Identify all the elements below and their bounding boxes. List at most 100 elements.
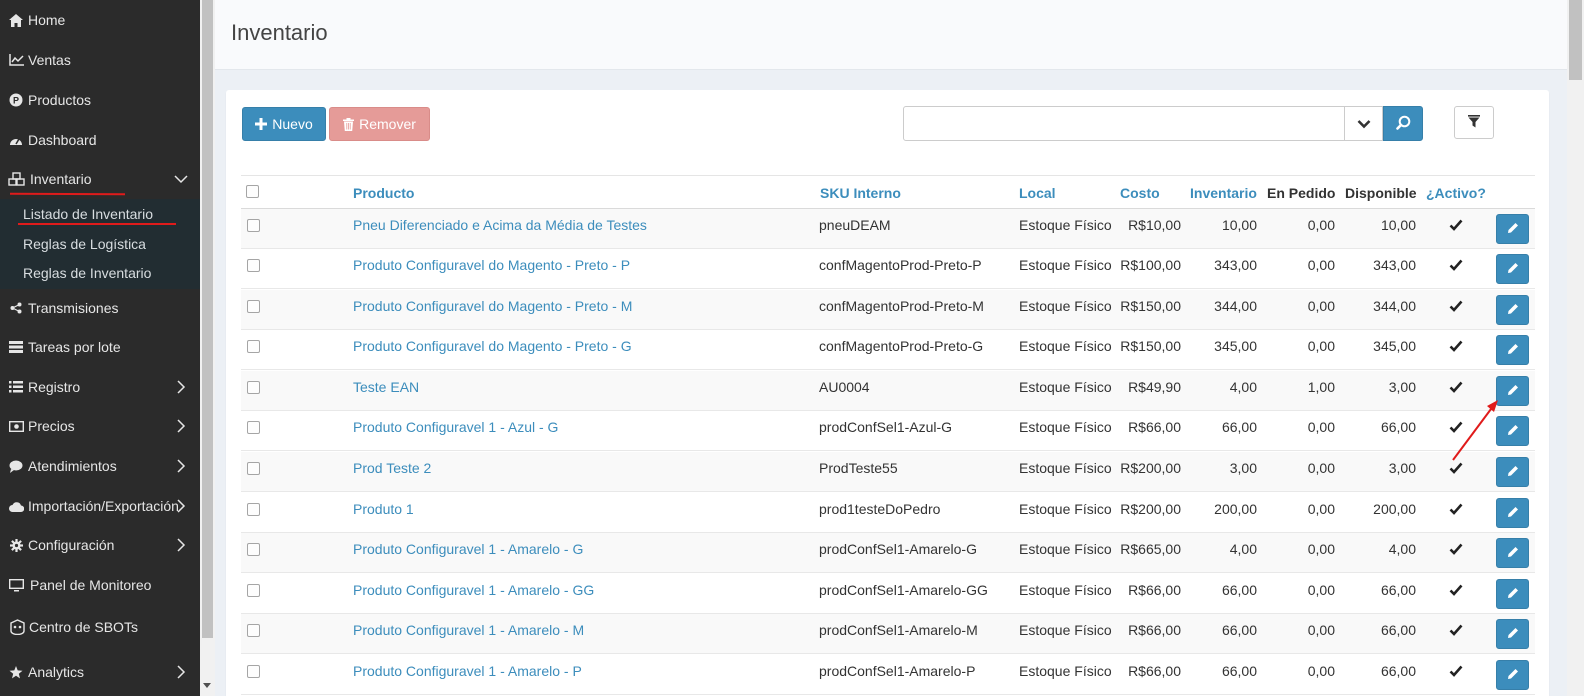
sku-cell: prod1testeDoPedro	[819, 501, 941, 517]
remove-button[interactable]: Remover	[329, 107, 430, 141]
sidebar-item-home[interactable]: Home	[0, 2, 200, 38]
product-link[interactable]: Produto Configuravel 1 - Azul - G	[353, 419, 558, 435]
active-check-icon	[1449, 664, 1463, 678]
row-checkbox[interactable]	[247, 665, 260, 678]
column-header-local[interactable]: Local	[1019, 185, 1056, 201]
edit-button[interactable]	[1496, 416, 1529, 446]
costo-cell: R$150,00	[1120, 298, 1181, 314]
table-row: Produto Configuravel 1 - Amarelo - GG pro…	[241, 574, 1535, 614]
column-header-producto[interactable]: Producto	[353, 185, 414, 201]
active-check-icon	[1449, 502, 1463, 516]
pencil-icon	[1507, 261, 1519, 277]
sidebar-item-ventas[interactable]: Ventas	[0, 42, 200, 78]
filter-button[interactable]	[1454, 106, 1494, 139]
local-cell: Estoque Físico	[1019, 541, 1112, 557]
product-link[interactable]: Produto 1	[353, 501, 414, 517]
product-link[interactable]: Produto Configuravel 1 - Amarelo - M	[353, 622, 584, 638]
sidebar-item-productos[interactable]: P Productos	[0, 82, 200, 118]
edit-button[interactable]	[1496, 579, 1529, 609]
row-checkbox[interactable]	[247, 259, 260, 272]
edit-button[interactable]	[1496, 457, 1529, 487]
sidebar-scrollbar-thumb[interactable]	[202, 0, 213, 638]
edit-button[interactable]	[1496, 538, 1529, 568]
disponible-cell: 343,00	[1373, 257, 1416, 273]
pedido-cell: 0,00	[1307, 257, 1335, 273]
active-check-icon	[1449, 218, 1463, 232]
filter-icon	[1468, 114, 1480, 131]
edit-button[interactable]	[1496, 498, 1529, 528]
cubes-icon	[8, 171, 26, 187]
sidebar-item-importacion[interactable]: Importación/Exportación	[0, 488, 200, 524]
edit-button[interactable]	[1496, 254, 1529, 284]
sidebar-item-sbots[interactable]: Centro de SBOTs	[0, 609, 200, 645]
costo-cell: R$66,00	[1128, 663, 1181, 679]
table-row: Produto 1 prod1testeDoPedro Estoque Físico…	[241, 493, 1535, 533]
sidebar-item-analytics[interactable]: Analytics	[0, 654, 200, 690]
pencil-icon	[1507, 464, 1519, 480]
column-header-inventario[interactable]: Inventario	[1190, 185, 1257, 201]
row-checkbox[interactable]	[247, 543, 260, 556]
pencil-icon	[1507, 221, 1519, 237]
pencil-icon	[1507, 423, 1519, 439]
sidebar-item-configuracion[interactable]: Configuración	[0, 527, 200, 563]
sidebar-item-label: Home	[28, 12, 66, 28]
submenu-item-reglas[interactable]: Reglas de Inventario	[23, 265, 151, 281]
column-header-sku[interactable]: SKU Interno	[820, 185, 901, 201]
edit-button[interactable]	[1496, 214, 1529, 244]
sidebar-item-label: Configuración	[28, 537, 115, 553]
row-checkbox[interactable]	[247, 503, 260, 516]
column-header-costo[interactable]: Costo	[1120, 185, 1160, 201]
select-all-checkbox[interactable]	[246, 185, 259, 198]
search-button[interactable]	[1383, 106, 1423, 141]
table-row: Teste EAN AU0004 Estoque Físico R$49,90 4,00…	[241, 371, 1535, 411]
sidebar-item-monitoreo[interactable]: Panel de Monitoreo	[0, 567, 200, 603]
edit-button[interactable]	[1496, 295, 1529, 325]
local-cell: Estoque Físico	[1019, 622, 1112, 638]
sidebar-item-dashboard[interactable]: Dashboard	[0, 122, 200, 158]
row-checkbox[interactable]	[247, 624, 260, 637]
edit-button[interactable]	[1496, 660, 1529, 690]
submenu-item-logistica[interactable]: Reglas de Logística	[23, 236, 146, 252]
sidebar-item-precios[interactable]: Precios	[0, 408, 200, 444]
table-row: Produto Configuravel 1 - Amarelo - P prod…	[241, 655, 1535, 695]
product-link[interactable]: Produto Configuravel do Magento - Preto …	[353, 257, 630, 273]
robot-icon	[8, 619, 26, 635]
product-link[interactable]: Produto Configuravel do Magento - Preto …	[353, 338, 632, 354]
product-link[interactable]: Prod Teste 2	[353, 460, 431, 476]
sidebar-item-tareas[interactable]: Tareas por lote	[0, 329, 200, 365]
row-checkbox[interactable]	[247, 219, 260, 232]
costo-cell: R$200,00	[1120, 501, 1181, 517]
sidebar-item-inventario[interactable]: Inventario	[0, 161, 200, 197]
product-link[interactable]: Pneu Diferenciado e Acima da Média de Te…	[353, 217, 647, 233]
row-checkbox[interactable]	[247, 421, 260, 434]
product-link[interactable]: Produto Configuravel 1 - Amarelo - G	[353, 541, 583, 557]
product-link[interactable]: Produto Configuravel 1 - Amarelo - GG	[353, 582, 594, 598]
row-checkbox[interactable]	[247, 584, 260, 597]
column-header-activo[interactable]: ¿Activo?	[1426, 185, 1486, 201]
product-link[interactable]: Produto Configuravel do Magento - Preto …	[353, 298, 632, 314]
pencil-icon	[1507, 383, 1519, 399]
sidebar-item-transmisiones[interactable]: Transmisiones	[0, 290, 200, 326]
page-scrollbar[interactable]	[1567, 0, 1584, 696]
edit-button[interactable]	[1496, 619, 1529, 649]
costo-cell: R$200,00	[1120, 460, 1181, 476]
submenu-item-listado[interactable]: Listado de Inventario	[23, 206, 153, 222]
edit-button[interactable]	[1496, 335, 1529, 365]
edit-button[interactable]	[1496, 376, 1529, 406]
new-button[interactable]: Nuevo	[242, 107, 326, 141]
sidebar-item-atendimientos[interactable]: Atendimientos	[0, 448, 200, 484]
row-checkbox[interactable]	[247, 381, 260, 394]
row-checkbox[interactable]	[247, 300, 260, 313]
costo-cell: R$665,00	[1120, 541, 1181, 557]
product-link[interactable]: Produto Configuravel 1 - Amarelo - P	[353, 663, 582, 679]
remove-button-label: Remover	[359, 116, 416, 132]
sidebar-item-registro[interactable]: Registro	[0, 369, 200, 405]
scroll-down-arrow-icon[interactable]	[203, 683, 211, 688]
row-checkbox[interactable]	[247, 340, 260, 353]
product-link[interactable]: Teste EAN	[353, 379, 419, 395]
row-checkbox[interactable]	[247, 462, 260, 475]
sku-cell: prodConfSel1-Amarelo-G	[819, 541, 977, 557]
search-dropdown-toggle[interactable]	[1344, 106, 1383, 141]
search-input[interactable]	[903, 106, 1345, 141]
page-scrollbar-thumb[interactable]	[1569, 0, 1582, 80]
